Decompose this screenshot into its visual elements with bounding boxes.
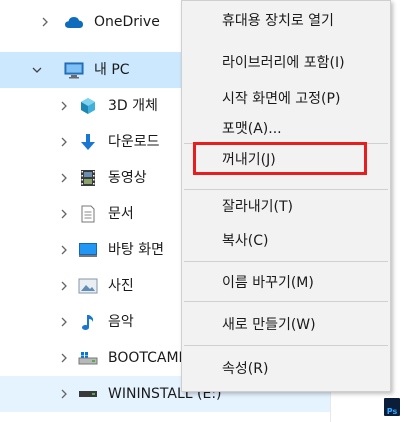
menu-item-open-portable-device[interactable]: 휴대용 장치로 열기 — [182, 7, 390, 35]
photoshop-file-icon[interactable]: Ps — [384, 398, 400, 416]
menu-item-eject[interactable]: 꺼내기(J) — [182, 146, 390, 174]
menu-item-cut[interactable]: 잘라내기(T) — [182, 193, 390, 221]
menu-separator — [184, 261, 388, 262]
tree-item-label: OneDrive — [94, 14, 160, 30]
menu-item-format[interactable]: 포맷(A)... — [182, 115, 390, 143]
desktop-icon — [78, 241, 98, 259]
download-arrow-icon — [78, 133, 98, 151]
menu-item-copy[interactable]: 복사(C) — [182, 227, 390, 255]
chevron-right-icon[interactable] — [57, 160, 71, 196]
pictures-icon — [78, 277, 98, 295]
chevron-right-icon[interactable] — [57, 340, 71, 376]
document-icon — [78, 205, 98, 223]
drive-icon — [78, 349, 98, 367]
chevron-right-icon[interactable] — [57, 268, 71, 304]
chevron-right-icon[interactable] — [57, 88, 71, 124]
context-menu: 휴대용 장치로 열기 라이브러리에 포함(I) 시작 화면에 고정(P) 포맷(… — [181, 0, 391, 392]
chevron-right-icon[interactable] — [57, 232, 71, 268]
tree-item-label: 바탕 화면 — [108, 242, 164, 258]
menu-item-pin-to-start[interactable]: 시작 화면에 고정(P) — [182, 85, 390, 113]
tree-item-label: BOOTCAMP — [108, 350, 188, 366]
tree-item-label: 다운로드 — [108, 134, 160, 150]
menu-item-properties[interactable]: 속성(R) — [182, 355, 390, 383]
tree-item-label: 내 PC — [94, 62, 130, 78]
3d-objects-icon — [78, 97, 98, 115]
tree-item-label: 3D 개체 — [108, 98, 158, 114]
tree-item-label: 문서 — [108, 206, 134, 222]
menu-item-rename[interactable]: 이름 바꾸기(M) — [182, 269, 390, 297]
tree-item-label: 동영상 — [108, 170, 147, 186]
computer-icon — [64, 61, 84, 79]
menu-separator — [184, 143, 388, 144]
chevron-right-icon[interactable] — [38, 4, 52, 40]
menu-item-new[interactable]: 새로 만들기(W) — [182, 311, 390, 339]
chevron-right-icon[interactable] — [57, 304, 71, 340]
menu-separator — [184, 345, 388, 346]
chevron-right-icon[interactable] — [57, 196, 71, 232]
menu-separator — [184, 189, 388, 190]
chevron-right-icon[interactable] — [57, 124, 71, 160]
cloud-icon — [64, 13, 84, 31]
film-icon — [78, 169, 98, 187]
tree-item-label: 사진 — [108, 278, 134, 294]
menu-item-include-in-library[interactable]: 라이브러리에 포함(I) — [182, 49, 390, 77]
menu-separator — [184, 301, 388, 302]
chevron-right-icon[interactable] — [57, 376, 71, 412]
tree-item-label: 음악 — [108, 314, 134, 330]
chevron-down-icon[interactable] — [30, 52, 44, 88]
music-note-icon — [78, 313, 98, 331]
usb-drive-icon — [78, 385, 98, 403]
